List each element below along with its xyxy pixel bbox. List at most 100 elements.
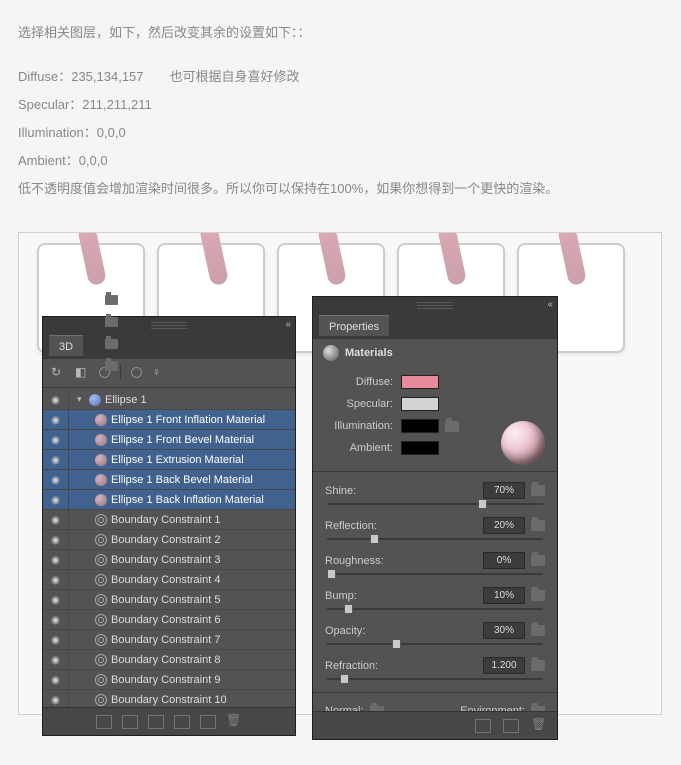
- constraint-icon: [95, 654, 107, 666]
- visibility-eye-icon[interactable]: [51, 594, 60, 606]
- folder-icon[interactable]: [105, 361, 118, 371]
- trash-icon[interactable]: [226, 715, 242, 729]
- refraction-value[interactable]: 1.200: [483, 657, 525, 674]
- folder-icon[interactable]: [105, 339, 118, 349]
- footer-icon-3[interactable]: [148, 715, 164, 729]
- lights-filter-icon[interactable]: [152, 365, 166, 379]
- layer-material-0[interactable]: Ellipse 1 Front Inflation Material: [43, 410, 295, 430]
- layer-label: Boundary Constraint 1: [111, 514, 220, 526]
- materials-filter-icon[interactable]: [131, 367, 142, 378]
- bump-slider[interactable]: [327, 608, 543, 610]
- layer-label: Boundary Constraint 2: [111, 534, 220, 546]
- folder-icon[interactable]: [531, 520, 545, 531]
- layer-constraint-1[interactable]: Boundary Constraint 1: [43, 510, 295, 530]
- reflection-value[interactable]: 20%: [483, 517, 525, 534]
- footer-icon-2[interactable]: [122, 715, 138, 729]
- scene-icon[interactable]: [75, 365, 89, 379]
- constraint-icon: [95, 694, 107, 706]
- visibility-eye-icon[interactable]: [51, 414, 60, 426]
- visibility-eye-icon[interactable]: [51, 554, 60, 566]
- visibility-eye-icon[interactable]: [51, 574, 60, 586]
- visibility-eye-icon[interactable]: [51, 494, 60, 506]
- materials-icon: [323, 345, 339, 361]
- layer-ellipse-1[interactable]: ▾Ellipse 1: [43, 390, 295, 410]
- roughness-label: Roughness:: [325, 555, 384, 567]
- visibility-eye-icon[interactable]: [51, 674, 60, 686]
- folder-icon[interactable]: [105, 317, 118, 327]
- layer-constraint-2[interactable]: Boundary Constraint 2: [43, 530, 295, 550]
- constraint-icon: [95, 614, 107, 626]
- folder-icon[interactable]: [105, 295, 118, 305]
- reflection-row: Reflection: 20%: [325, 517, 545, 540]
- reflection-label: Reflection:: [325, 520, 377, 532]
- tab-3d[interactable]: 3D: [49, 335, 83, 356]
- layer-constraint-7[interactable]: Boundary Constraint 7: [43, 630, 295, 650]
- folder-icon[interactable]: [531, 485, 545, 496]
- layer-constraint-6[interactable]: Boundary Constraint 6: [43, 610, 295, 630]
- roughness-slider[interactable]: [327, 573, 543, 575]
- footer-icon-1[interactable]: [96, 715, 112, 729]
- layer-label: Boundary Constraint 9: [111, 674, 220, 686]
- layer-label: Ellipse 1 Extrusion Material: [111, 454, 244, 466]
- layer-material-2[interactable]: Ellipse 1 Extrusion Material: [43, 450, 295, 470]
- layer-material-4[interactable]: Ellipse 1 Back Inflation Material: [43, 490, 295, 510]
- visibility-eye-icon[interactable]: [51, 634, 60, 646]
- ambient-swatch[interactable]: [401, 441, 439, 455]
- layer-list[interactable]: ▾Ellipse 1 Ellipse 1 Front Inflation Mat…: [43, 390, 295, 728]
- properties-footer: [313, 711, 557, 739]
- folder-icon[interactable]: [531, 590, 545, 601]
- constraint-icon: [95, 634, 107, 646]
- trash-icon[interactable]: [531, 719, 547, 733]
- visibility-eye-icon[interactable]: [51, 454, 60, 466]
- footer-new-icon[interactable]: [200, 715, 216, 729]
- visibility-eye-icon[interactable]: [51, 434, 60, 446]
- folder-icon[interactable]: [531, 660, 545, 671]
- material-preview-sphere[interactable]: [501, 421, 545, 465]
- visibility-eye-icon[interactable]: [51, 654, 60, 666]
- shine-label: Shine:: [325, 485, 356, 497]
- layer-material-3[interactable]: Ellipse 1 Back Bevel Material: [43, 470, 295, 490]
- diffuse-swatch[interactable]: [401, 375, 439, 389]
- roughness-value[interactable]: 0%: [483, 552, 525, 569]
- opacity-slider[interactable]: [327, 643, 543, 645]
- footer-icon-4[interactable]: [174, 715, 190, 729]
- layer-constraint-9[interactable]: Boundary Constraint 9: [43, 670, 295, 690]
- panel-drag-head[interactable]: «: [43, 317, 295, 335]
- visibility-eye-icon[interactable]: [51, 694, 60, 706]
- folder-icon[interactable]: [531, 555, 545, 566]
- refresh-icon[interactable]: [51, 365, 65, 379]
- material-icon: [95, 474, 107, 486]
- specular-swatch[interactable]: [401, 397, 439, 411]
- tab-properties[interactable]: Properties: [319, 315, 389, 336]
- footer-icon-b[interactable]: [503, 719, 519, 733]
- bump-row: Bump: 10%: [325, 587, 545, 610]
- constraint-icon: [95, 594, 107, 606]
- shine-value[interactable]: 70%: [483, 482, 525, 499]
- visibility-eye-icon[interactable]: [51, 474, 60, 486]
- material-icon: [95, 454, 107, 466]
- folder-icon[interactable]: [445, 421, 459, 432]
- panel-collapse-icon[interactable]: «: [285, 319, 291, 330]
- bump-value[interactable]: 10%: [483, 587, 525, 604]
- panel-drag-head[interactable]: «: [313, 297, 557, 315]
- visibility-eye-icon[interactable]: [51, 534, 60, 546]
- visibility-eye-icon[interactable]: [51, 514, 60, 526]
- material-icon: [95, 434, 107, 446]
- layer-constraint-3[interactable]: Boundary Constraint 3: [43, 550, 295, 570]
- shine-slider[interactable]: [327, 503, 543, 505]
- refraction-slider[interactable]: [327, 678, 543, 680]
- reflection-slider[interactable]: [327, 538, 543, 540]
- visibility-eye-icon[interactable]: [51, 394, 60, 406]
- layer-constraint-4[interactable]: Boundary Constraint 4: [43, 570, 295, 590]
- folder-icon[interactable]: [531, 625, 545, 636]
- layer-material-1[interactable]: Ellipse 1 Front Bevel Material: [43, 430, 295, 450]
- visibility-eye-icon[interactable]: [51, 614, 60, 626]
- footer-icon-a[interactable]: [475, 719, 491, 733]
- layer-constraint-8[interactable]: Boundary Constraint 8: [43, 650, 295, 670]
- opacity-value[interactable]: 30%: [483, 622, 525, 639]
- instruction-specular: Specular：211,211,211: [18, 92, 663, 118]
- panel-collapse-icon[interactable]: «: [547, 299, 553, 310]
- illumination-swatch[interactable]: [401, 419, 439, 433]
- panel-3d-footer: [43, 707, 295, 735]
- layer-constraint-5[interactable]: Boundary Constraint 5: [43, 590, 295, 610]
